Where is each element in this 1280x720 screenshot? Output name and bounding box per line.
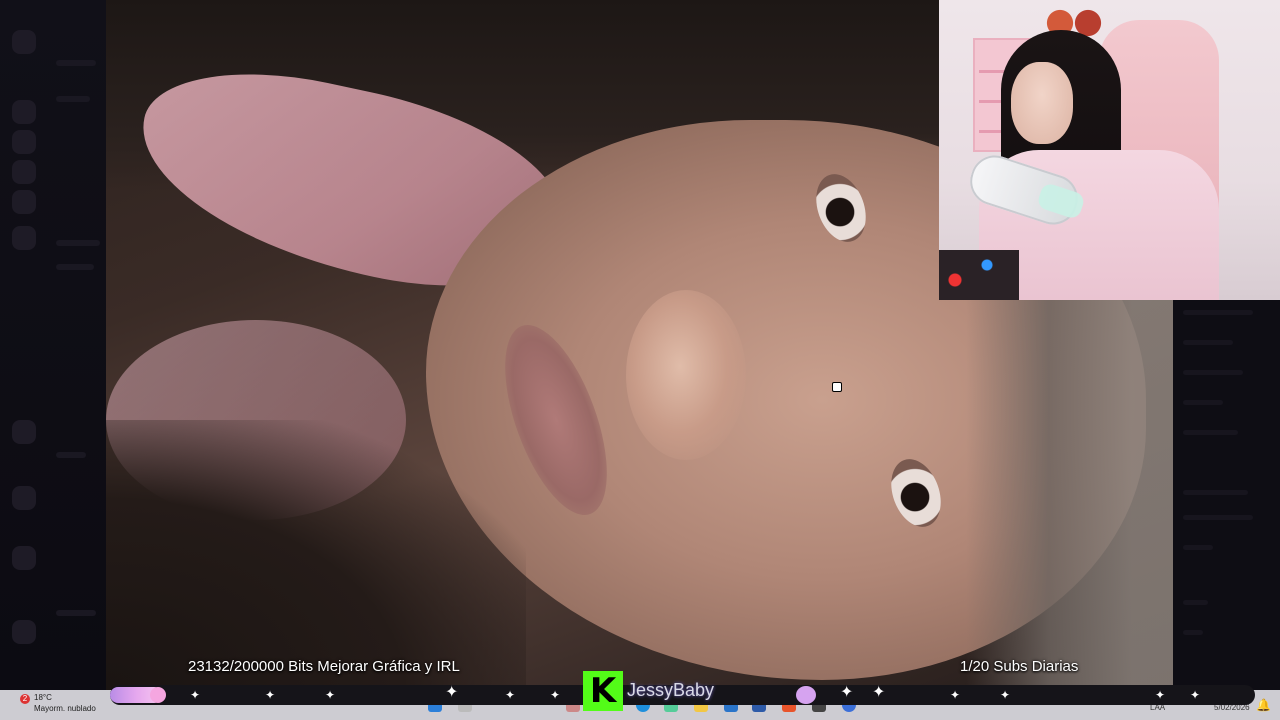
weather-condition: Mayorm. nublado bbox=[34, 704, 96, 713]
overlay-pink-dot bbox=[796, 686, 816, 704]
sparkle-icon: ✦ bbox=[550, 688, 561, 702]
overlay-pill-knob bbox=[150, 687, 166, 703]
sparkle-icon: ✦ bbox=[872, 684, 886, 701]
photo-nose bbox=[626, 290, 746, 460]
photo-grey-hair bbox=[966, 300, 1173, 690]
webcam-led-lights bbox=[939, 250, 1019, 300]
sparkle-icon: ✦ bbox=[325, 688, 336, 702]
sparkle-icon: ✦ bbox=[1190, 688, 1201, 702]
sparkle-icon: ✦ bbox=[505, 688, 516, 702]
kick-logo-icon: K bbox=[583, 671, 623, 711]
weather-widget[interactable]: 2 18°C Mayorm. nublado bbox=[14, 692, 124, 718]
notification-bell-icon[interactable]: 🔔 bbox=[1256, 698, 1271, 712]
sparkle-icon: ✦ bbox=[265, 688, 276, 702]
sparkle-icon: ✦ bbox=[840, 684, 854, 701]
bits-goal-text: 23132/200000 Bits Mejorar Gráfica y IRL bbox=[188, 658, 460, 675]
notification-badge: 2 bbox=[20, 694, 30, 704]
background-app-panel bbox=[1173, 300, 1280, 690]
sparkle-icon: ✦ bbox=[950, 688, 961, 702]
channel-name: JessyBaby bbox=[627, 680, 715, 700]
photo-hair-lower bbox=[106, 420, 526, 690]
sparkle-icon: ✦ bbox=[1155, 688, 1166, 702]
sparkle-icon: ✦ bbox=[190, 688, 201, 702]
weather-temperature: 18°C bbox=[34, 693, 52, 702]
webcam-feed bbox=[939, 0, 1280, 300]
streamer-face bbox=[1011, 62, 1073, 144]
background-app-sidebar bbox=[0, 0, 106, 690]
mouse-cursor-icon bbox=[832, 382, 842, 392]
subs-goal-text: 1/20 Subs Diarias bbox=[960, 658, 1079, 675]
stream-screen: 23132/200000 Bits Mejorar Gráfica y IRL … bbox=[0, 0, 1280, 720]
sparkle-icon: ✦ bbox=[445, 684, 459, 701]
sparkle-icon: ✦ bbox=[1000, 688, 1011, 702]
